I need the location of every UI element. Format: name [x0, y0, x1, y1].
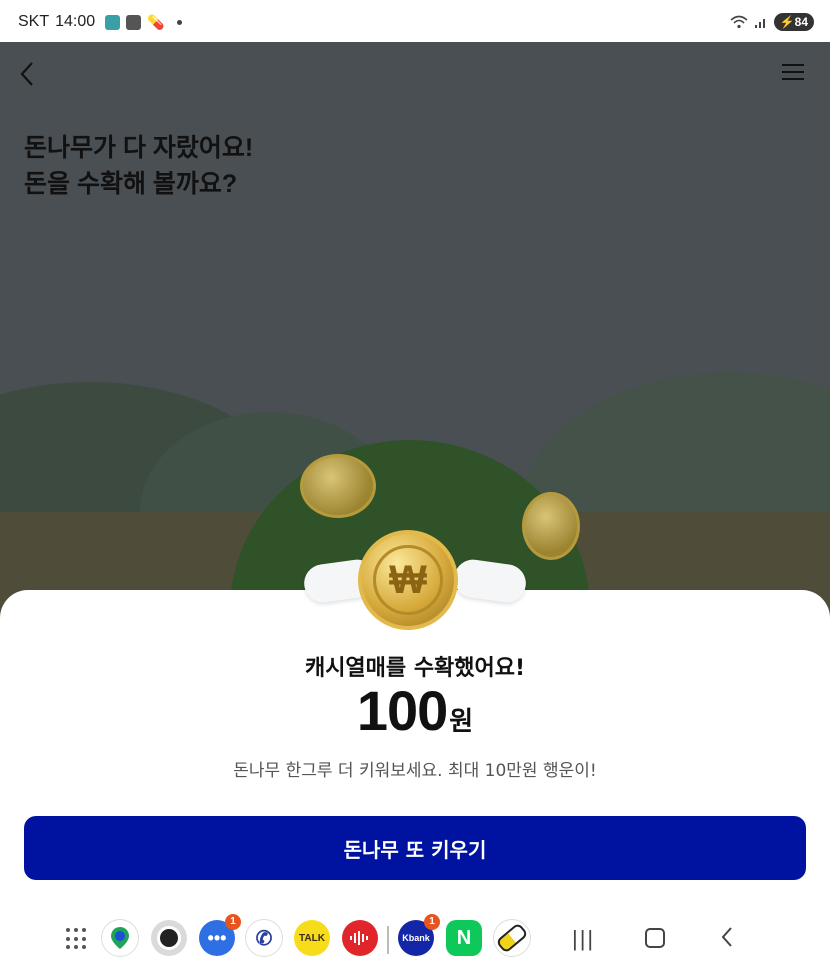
- camera-icon[interactable]: [151, 920, 187, 956]
- won-coin-icon: ₩: [358, 530, 458, 630]
- chevron-left-icon: [20, 62, 33, 86]
- reward-amount-value: 100: [356, 679, 448, 742]
- reward-description: 돈나무 한그루 더 키워보세요. 최대 10만원 행운이!: [233, 761, 597, 781]
- status-left: SKT 14:00 💊: [18, 13, 182, 31]
- menu-button[interactable]: [782, 64, 804, 82]
- headline: 돈나무가 다 자랐어요! 돈을 수확해 볼까요?: [24, 130, 253, 202]
- system-back-button[interactable]: [720, 926, 734, 953]
- grow-again-button[interactable]: 돈나무 또 키우기: [24, 816, 806, 880]
- home-button[interactable]: [645, 928, 665, 948]
- winged-coin: ₩: [300, 530, 530, 630]
- more-notifications-icon: [176, 19, 182, 25]
- hamburger-menu-icon: [782, 64, 804, 66]
- battery-level: 84: [794, 15, 808, 29]
- kbank-icon[interactable]: Kbank 1: [398, 914, 440, 956]
- sound-wave-icon[interactable]: [342, 920, 378, 956]
- pay-notification-icon: [105, 14, 121, 30]
- naver-label: N: [456, 926, 472, 949]
- hamburger-line: [782, 71, 804, 73]
- headline-line-2: 돈을 수확해 볼까요?: [24, 170, 238, 198]
- naver-icon[interactable]: N: [446, 920, 482, 956]
- coin-fruit: [522, 492, 580, 560]
- signal-icon: [754, 19, 765, 28]
- kakaotalk-label: TALK: [299, 932, 325, 944]
- coin-fruit: [300, 454, 376, 518]
- status-right: ⚡84: [730, 13, 814, 31]
- reward-amount-unit: 원: [449, 707, 474, 737]
- chat-icon[interactable]: ••• 1: [199, 914, 241, 956]
- phone-icon[interactable]: ✆: [246, 920, 282, 956]
- status-bar: SKT 14:00 💊 ⚡84: [0, 0, 830, 42]
- notification-badge: 1: [225, 914, 241, 930]
- battery-indicator: ⚡84: [773, 13, 814, 31]
- headline-line-1: 돈나무가 다 자랐어요!: [24, 134, 254, 162]
- wing-right-icon: [451, 557, 529, 605]
- kbank-notification-icon: [126, 14, 142, 30]
- won-symbol: ₩: [373, 545, 443, 615]
- pill-notification-icon: 💊: [147, 13, 165, 30]
- wifi-icon: [730, 15, 748, 29]
- pill-icon[interactable]: [494, 920, 530, 956]
- talk-icon[interactable]: TALK: [294, 920, 330, 956]
- dock-separator: [387, 926, 389, 954]
- notification-badge: 1: [424, 914, 440, 930]
- hamburger-line: [782, 78, 804, 80]
- map-pin-icon[interactable]: [102, 920, 138, 956]
- reward-amount: 100원: [0, 678, 830, 743]
- recent-apps-button[interactable]: |||: [572, 926, 595, 952]
- carrier-label: SKT: [18, 13, 50, 30]
- app-dock: ••• 1 ✆ TALK Kbank 1 N |||: [0, 912, 830, 966]
- app-drawer-icon[interactable]: [66, 928, 88, 950]
- back-button[interactable]: [16, 60, 44, 88]
- clock: 14:00: [55, 13, 96, 30]
- kbank-label: Kbank: [402, 933, 430, 943]
